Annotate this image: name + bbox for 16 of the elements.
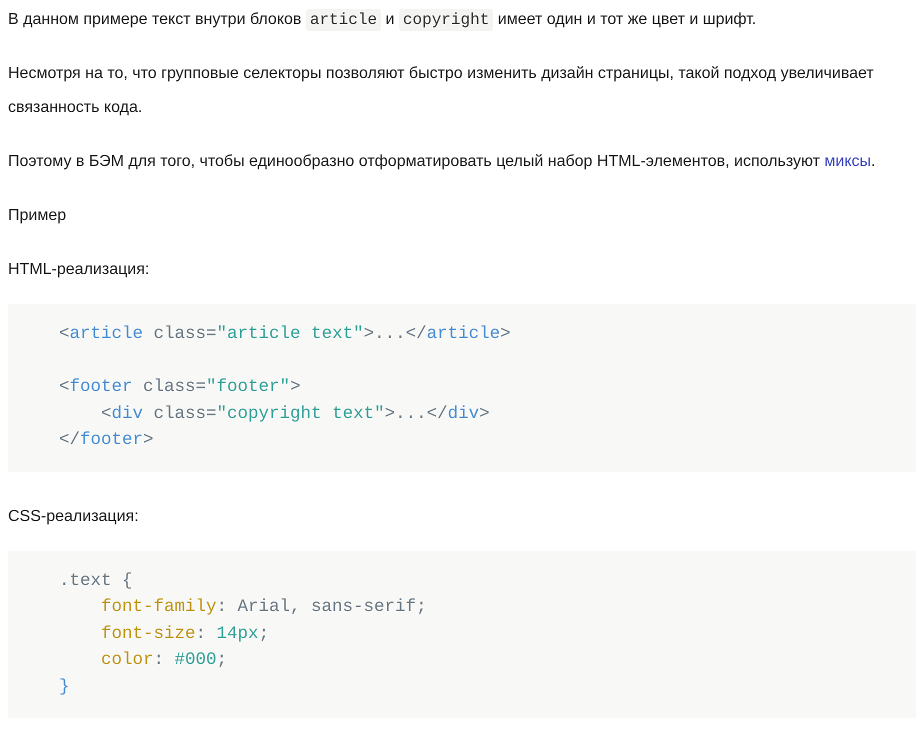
code-line: }: [59, 676, 70, 698]
code-line: .text {: [59, 570, 133, 592]
paragraph: HTML-реализация:: [8, 260, 150, 280]
paragraph: CSS-реализация:: [8, 506, 140, 526]
paragraph: Пример: [8, 206, 68, 226]
code-line: </footer>: [59, 429, 154, 452]
paragraph: Несмотря на то, что групповые селекторы позволяют быстро изменить дизайн страницы, такой подход увеличивает связанность кода.: [8, 64, 875, 118]
code-line: <article class="article text">...</article>: [59, 323, 511, 346]
code-line: font-family: Arial, sans-serif;: [100, 596, 427, 619]
paragraph: Поэтому в БЭМ для того, чтобы единообразно отформатировать целый набор HTML-элементов, используют миксы.: [8, 152, 876, 172]
code-line: color: #000;: [100, 649, 228, 672]
code-line: <div class="copyright text">...</div>: [100, 402, 490, 426]
paragraph: В данном примере текст внутри блоков article и copyright имеет один и тот же цвет и шрифт.: [8, 8, 758, 33]
link[interactable]: миксы: [824, 153, 872, 170]
code-line: font-size: 14px;: [100, 622, 270, 646]
code-line: <footer class="footer">: [59, 376, 301, 399]
